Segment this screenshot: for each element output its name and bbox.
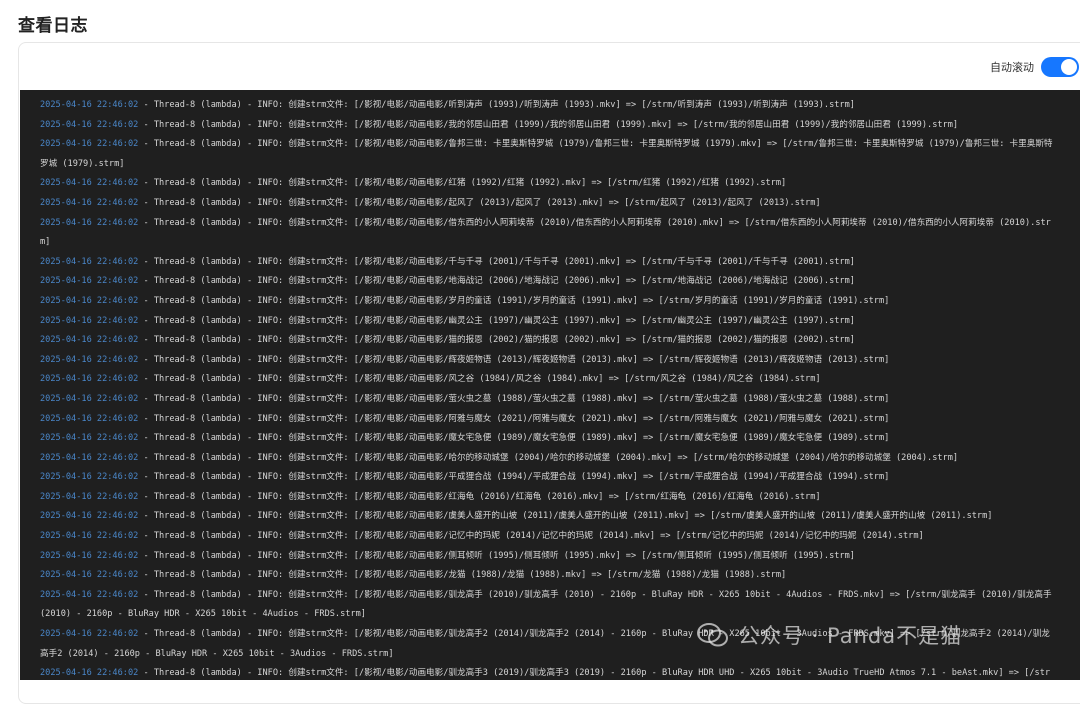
log-timestamp: 2025-04-16 22:46:02 xyxy=(40,197,139,208)
log-message: - Thread-8 (lambda) - INFO: 创建strm文件: [/… xyxy=(138,295,890,306)
log-line: 2025-04-16 22:46:02 - Thread-8 (lambda) … xyxy=(40,351,1058,371)
log-message: - Thread-8 (lambda) - INFO: 创建strm文件: [/… xyxy=(138,256,855,267)
log-timestamp: 2025-04-16 22:46:02 xyxy=(40,178,139,189)
log-timestamp: 2025-04-16 22:46:02 xyxy=(40,629,139,640)
log-message: - Thread-8 (lambda) - INFO: 创建strm文件: [/… xyxy=(40,217,1051,248)
log-line: 2025-04-16 22:46:02 - Thread-8 (lambda) … xyxy=(40,116,1058,136)
log-timestamp: 2025-04-16 22:46:02 xyxy=(40,256,139,267)
log-message: - Thread-8 (lambda) - INFO: 创建strm文件: [/… xyxy=(40,629,1050,659)
log-line: 2025-04-16 22:46:02 - Thread-8 (lambda) … xyxy=(40,214,1058,253)
log-message: - Thread-8 (lambda) - INFO: 创建strm文件: [/… xyxy=(143,668,1051,679)
log-timestamp: 2025-04-16 22:46:02 xyxy=(40,335,139,346)
log-toolbar: 自动滚动 xyxy=(19,43,1080,89)
log-line: 2025-04-16 22:46:02 - Thread-8 (lambda) … xyxy=(40,331,1058,351)
log-message: - Thread-8 (lambda) - INFO: 创建strm文件: [/… xyxy=(138,197,821,208)
log-message: - Thread-8 (lambda) - INFO: 创建strm文件: [/… xyxy=(138,413,890,424)
log-message: - Thread-8 (lambda) - INFO: 创建strm文件: [/… xyxy=(138,374,821,385)
log-message: - Thread-8 (lambda) - INFO: 创建strm文件: [/… xyxy=(138,472,890,483)
autoscroll-control: 自动滚动 xyxy=(990,57,1079,77)
log-line: 2025-04-16 22:46:02 - Thread-8 (lambda) … xyxy=(40,410,1058,430)
log-message: - Thread-8 (lambda) - INFO: 创建strm文件: [/… xyxy=(138,570,787,581)
log-line: 2025-04-16 22:46:02 - Thread-8 (lambda) … xyxy=(40,488,1058,508)
log-timestamp: 2025-04-16 22:46:02 xyxy=(40,100,139,110)
log-timestamp: 2025-04-16 22:46:02 xyxy=(40,668,139,679)
log-message: - Thread-8 (lambda) - INFO: 创建strm文件: [/… xyxy=(138,315,855,326)
log-timestamp: 2025-04-16 22:46:02 xyxy=(40,217,139,228)
toggle-knob xyxy=(1061,59,1077,75)
log-message: - Thread-8 (lambda) - INFO: 创建strm文件: [/… xyxy=(138,178,787,189)
log-line: 2025-04-16 22:46:02 - Thread-8 (lambda) … xyxy=(40,625,1058,664)
log-message: - Thread-8 (lambda) - INFO: 创建strm文件: [/… xyxy=(138,433,890,444)
log-timestamp: 2025-04-16 22:46:02 xyxy=(40,295,139,306)
log-line: 2025-04-16 22:46:02 - Thread-8 (lambda) … xyxy=(40,292,1058,312)
log-line: 2025-04-16 22:46:02 - Thread-8 (lambda) … xyxy=(40,194,1058,214)
log-line: 2025-04-16 22:46:02 - Thread-8 (lambda) … xyxy=(40,135,1058,174)
log-line: 2025-04-16 22:46:02 - Thread-8 (lambda) … xyxy=(40,468,1058,488)
log-line: 2025-04-16 22:46:02 - Thread-8 (lambda) … xyxy=(40,96,1058,116)
log-timestamp: 2025-04-16 22:46:02 xyxy=(40,491,139,502)
log-timestamp: 2025-04-16 22:46:02 xyxy=(40,452,139,463)
log-timestamp: 2025-04-16 22:46:02 xyxy=(40,413,139,424)
log-timestamp: 2025-04-16 22:46:02 xyxy=(40,570,139,581)
log-line: 2025-04-16 22:46:02 - Thread-8 (lambda) … xyxy=(40,586,1058,625)
log-message: - Thread-8 (lambda) - INFO: 创建strm文件: [/… xyxy=(138,276,855,287)
log-line: 2025-04-16 22:46:02 - Thread-8 (lambda) … xyxy=(40,312,1058,332)
log-message: - Thread-8 (lambda) - INFO: 创建strm文件: [/… xyxy=(138,393,890,404)
log-message: - Thread-8 (lambda) - INFO: 创建strm文件: [/… xyxy=(40,139,1053,169)
log-message: - Thread-8 (lambda) - INFO: 创建strm文件: [/… xyxy=(138,119,959,130)
log-timestamp: 2025-04-16 22:46:02 xyxy=(40,433,139,444)
log-line: 2025-04-16 22:46:02 - Thread-8 (lambda) … xyxy=(40,253,1058,273)
log-timestamp: 2025-04-16 22:46:02 xyxy=(40,550,139,561)
log-line: 2025-04-16 22:46:02 - Thread-8 (lambda) … xyxy=(40,390,1058,410)
log-message: - Thread-8 (lambda) - INFO: 创建strm文件: [/… xyxy=(138,531,924,542)
log-message: - Thread-8 (lambda) - INFO: 创建strm文件: [/… xyxy=(138,511,993,522)
log-line: 2025-04-16 22:46:02 - Thread-8 (lambda) … xyxy=(40,429,1058,449)
log-line: 2025-04-16 22:46:02 - Thread-8 (lambda) … xyxy=(40,174,1058,194)
log-line: 2025-04-16 22:46:02 - Thread-8 (lambda) … xyxy=(40,547,1058,567)
log-timestamp: 2025-04-16 22:46:02 xyxy=(40,531,139,542)
log-panel[interactable]: 2025-04-16 22:46:02 - Thread-8 (lambda) … xyxy=(20,90,1080,680)
log-timestamp: 2025-04-16 22:46:02 xyxy=(40,393,139,404)
log-timestamp: 2025-04-16 22:46:02 xyxy=(40,589,139,600)
log-line: 2025-04-16 22:46:02 - Thread-8 (lambda) … xyxy=(40,449,1058,469)
log-timestamp: 2025-04-16 22:46:02 xyxy=(40,354,139,365)
log-line: 2025-04-16 22:46:02 - Thread-8 (lambda) … xyxy=(40,664,1058,680)
autoscroll-toggle[interactable] xyxy=(1041,57,1079,77)
log-line: 2025-04-16 22:46:02 - Thread-8 (lambda) … xyxy=(40,566,1058,586)
log-timestamp: 2025-04-16 22:46:02 xyxy=(40,511,139,522)
log-message: - Thread-8 (lambda) - INFO: 创建strm文件: [/… xyxy=(138,100,855,110)
page-title: 查看日志 xyxy=(18,16,88,36)
log-line: 2025-04-16 22:46:02 - Thread-8 (lambda) … xyxy=(40,272,1058,292)
log-message: - Thread-8 (lambda) - INFO: 创建strm文件: [/… xyxy=(138,550,855,561)
log-line: 2025-04-16 22:46:02 - Thread-8 (lambda) … xyxy=(40,507,1058,527)
log-timestamp: 2025-04-16 22:46:02 xyxy=(40,374,139,385)
log-line: 2025-04-16 22:46:02 - Thread-8 (lambda) … xyxy=(40,527,1058,547)
log-line: 2025-04-16 22:46:02 - Thread-8 (lambda) … xyxy=(40,370,1058,390)
log-message: - Thread-8 (lambda) - INFO: 创建strm文件: [/… xyxy=(138,335,855,346)
log-message: - Thread-8 (lambda) - INFO: 创建strm文件: [/… xyxy=(138,354,890,365)
log-timestamp: 2025-04-16 22:46:02 xyxy=(40,472,139,483)
autoscroll-label: 自动滚动 xyxy=(990,61,1034,74)
log-timestamp: 2025-04-16 22:46:02 xyxy=(40,315,139,326)
log-message: - Thread-8 (lambda) - INFO: 创建strm文件: [/… xyxy=(138,452,959,463)
log-timestamp: 2025-04-16 22:46:02 xyxy=(40,119,139,130)
log-timestamp: 2025-04-16 22:46:02 xyxy=(40,139,139,150)
log-message: - Thread-8 (lambda) - INFO: 创建strm文件: [/… xyxy=(40,589,1052,620)
log-message: - Thread-8 (lambda) - INFO: 创建strm文件: [/… xyxy=(138,491,821,502)
log-timestamp: 2025-04-16 22:46:02 xyxy=(40,276,139,287)
log-lines: 2025-04-16 22:46:02 - Thread-8 (lambda) … xyxy=(20,90,1080,680)
